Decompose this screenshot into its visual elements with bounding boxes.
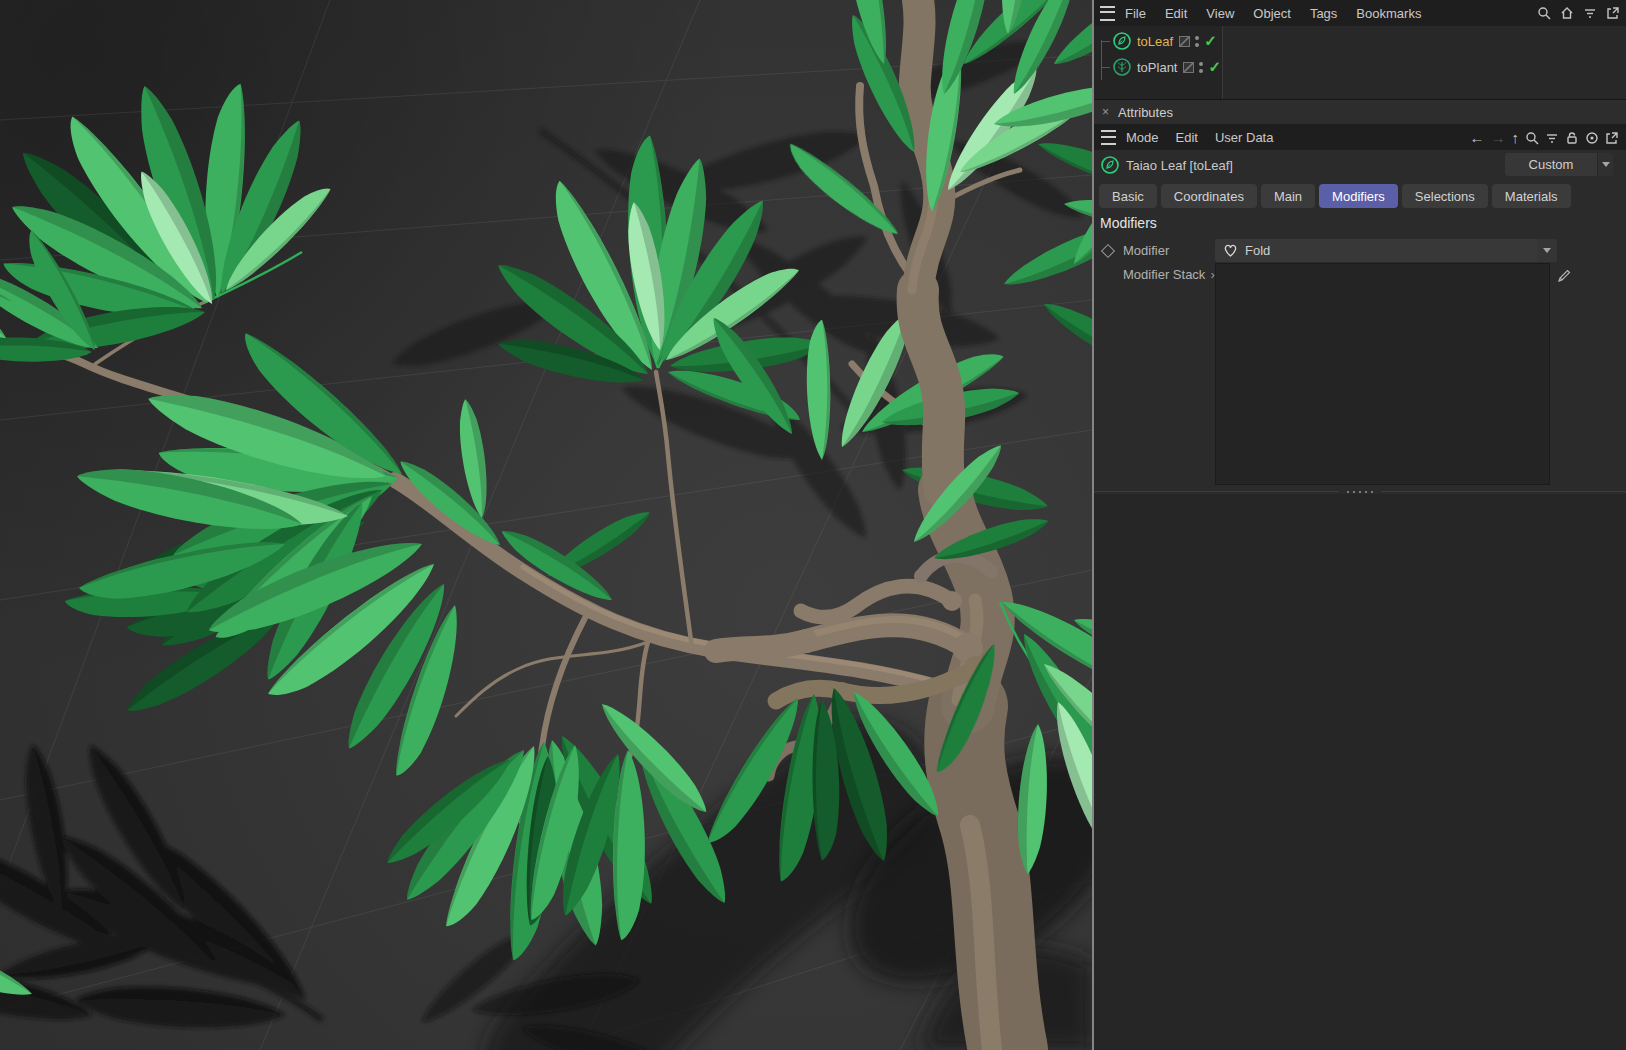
visibility-dots-icon[interactable] bbox=[1199, 62, 1203, 73]
lock-icon[interactable] bbox=[1565, 131, 1579, 145]
pencil-icon[interactable] bbox=[1557, 268, 1572, 283]
close-icon[interactable]: × bbox=[1102, 105, 1109, 119]
leaf-object-icon bbox=[1100, 155, 1120, 175]
tab-basic[interactable]: Basic bbox=[1099, 184, 1157, 208]
object-manager: toLeaf ✓ toPlant ✓ bbox=[1094, 26, 1626, 100]
chevron-down-icon[interactable] bbox=[1537, 239, 1557, 262]
enabled-check-icon[interactable]: ✓ bbox=[1208, 58, 1221, 76]
attributes-header: × Attributes bbox=[1094, 100, 1626, 125]
tab-coordinates[interactable]: Coordinates bbox=[1161, 184, 1257, 208]
enabled-check-icon[interactable]: ✓ bbox=[1204, 32, 1217, 50]
attributes-title: Attributes bbox=[1118, 105, 1173, 120]
modifier-label: Modifier bbox=[1123, 243, 1169, 258]
plant-object-icon[interactable] bbox=[1112, 57, 1132, 77]
target-icon[interactable] bbox=[1585, 131, 1599, 145]
home-icon[interactable] bbox=[1560, 6, 1574, 20]
chevron-down-icon[interactable] bbox=[1597, 153, 1613, 176]
object-manager-menubar: File Edit View Object Tags Bookmarks bbox=[1094, 0, 1626, 26]
tab-selections[interactable]: Selections bbox=[1402, 184, 1488, 208]
layer-icon[interactable] bbox=[1183, 62, 1194, 73]
preset-dropdown[interactable]: Custom bbox=[1505, 153, 1613, 176]
leaf-object-icon[interactable] bbox=[1112, 31, 1132, 51]
back-arrow-icon[interactable]: ← bbox=[1470, 130, 1485, 145]
forward-arrow-icon[interactable]: → bbox=[1491, 130, 1506, 145]
up-arrow-icon[interactable]: ↑ bbox=[1512, 130, 1520, 145]
object-name[interactable]: toPlant bbox=[1137, 60, 1177, 75]
layer-icon[interactable] bbox=[1179, 36, 1190, 47]
modifier-stack-label[interactable]: Modifier Stack› bbox=[1123, 267, 1215, 282]
menu-object[interactable]: Object bbox=[1253, 6, 1291, 21]
section-title: Modifiers bbox=[1100, 215, 1157, 231]
visibility-dots-icon[interactable] bbox=[1195, 36, 1199, 47]
menu-edit[interactable]: Edit bbox=[1176, 130, 1198, 145]
filter-icon[interactable] bbox=[1583, 6, 1597, 20]
object-name[interactable]: toLeaf bbox=[1137, 34, 1173, 49]
right-panel: File Edit View Object Tags Bookmarks toL… bbox=[1094, 0, 1626, 1050]
popout-icon[interactable] bbox=[1605, 131, 1619, 145]
menu-edit[interactable]: Edit bbox=[1165, 6, 1187, 21]
search-icon[interactable] bbox=[1537, 6, 1551, 20]
panel-empty-area bbox=[1094, 494, 1626, 1050]
object-title: Taiao Leaf [toLeaf] bbox=[1126, 158, 1233, 173]
modifier-dropdown[interactable]: Fold bbox=[1215, 239, 1557, 262]
modifier-value: Fold bbox=[1245, 243, 1270, 258]
menu-bookmarks[interactable]: Bookmarks bbox=[1356, 6, 1421, 21]
attributes-menubar: Mode Edit User Data ← → ↑ bbox=[1094, 125, 1626, 150]
menu-tags[interactable]: Tags bbox=[1310, 6, 1337, 21]
menu-view[interactable]: View bbox=[1206, 6, 1234, 21]
filter-icon[interactable] bbox=[1545, 131, 1559, 145]
menu-user-data[interactable]: User Data bbox=[1215, 130, 1274, 145]
object-row-toleaf[interactable]: toLeaf ✓ bbox=[1101, 28, 1217, 54]
modifier-stack-box[interactable] bbox=[1215, 263, 1550, 485]
search-icon[interactable] bbox=[1525, 131, 1539, 145]
preset-value[interactable]: Custom bbox=[1505, 153, 1597, 176]
menu-icon[interactable] bbox=[1101, 130, 1116, 145]
tab-materials[interactable]: Materials bbox=[1492, 184, 1571, 208]
menu-file[interactable]: File bbox=[1125, 6, 1146, 21]
menu-icon[interactable] bbox=[1100, 6, 1115, 21]
popout-icon[interactable] bbox=[1606, 6, 1620, 20]
menu-mode[interactable]: Mode bbox=[1126, 130, 1159, 145]
tab-main[interactable]: Main bbox=[1261, 184, 1315, 208]
object-row-toplant[interactable]: toPlant ✓ bbox=[1101, 54, 1221, 80]
3d-viewport[interactable] bbox=[0, 0, 1092, 1050]
diamond-icon[interactable] bbox=[1101, 244, 1115, 258]
attribute-tabs: Basic Coordinates Main Modifiers Selecti… bbox=[1099, 184, 1571, 208]
fold-icon bbox=[1223, 243, 1238, 258]
tab-modifiers[interactable]: Modifiers bbox=[1319, 184, 1398, 208]
modifier-row: Modifier Fold bbox=[1094, 239, 1626, 263]
